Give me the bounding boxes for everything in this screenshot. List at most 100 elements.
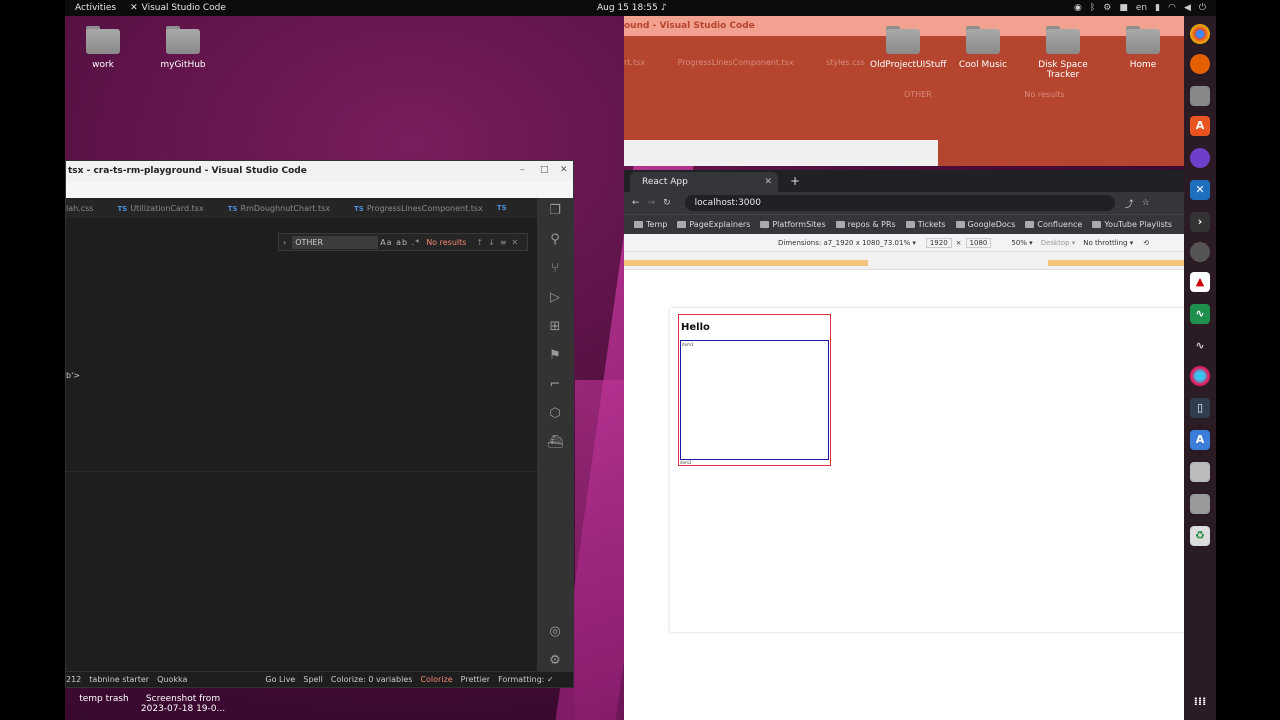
status-prettier[interactable]: Prettier [461, 675, 490, 684]
mouse-icon[interactable]: ▯ [1190, 398, 1210, 418]
desktop-folder-mygithub[interactable]: myGitHub [151, 26, 215, 70]
background-tab[interactable]: rt.tsx [624, 58, 645, 67]
active-app-menu[interactable]: ✕ Visual Studio Code [130, 3, 226, 13]
forward-button[interactable]: → [648, 198, 656, 208]
desktop-folder-work[interactable]: work [71, 26, 135, 70]
media-query-bar[interactable] [1048, 260, 1184, 266]
activities-button[interactable]: Activities [75, 3, 116, 13]
code-fragment[interactable]: b'> [66, 371, 80, 380]
url-input[interactable]: localhost:3000 [684, 195, 1115, 211]
width-input[interactable]: 1920 [925, 237, 952, 248]
background-tab[interactable]: styles.css [826, 58, 865, 67]
run-debug-icon[interactable]: ▷ [546, 289, 564, 307]
desktop-item-temp-trash[interactable]: temp trash [78, 694, 130, 704]
bookmark-folder[interactable]: Temp [634, 220, 667, 229]
chevron-right-icon[interactable]: › [283, 238, 286, 247]
usb-icon[interactable] [1190, 494, 1210, 514]
close-tab-icon[interactable]: ✕ [764, 177, 772, 187]
folder-icon [86, 26, 120, 54]
status-line-col[interactable]: 212 [66, 675, 81, 684]
status-go-live[interactable]: Go Live [265, 675, 295, 684]
zoom-select[interactable]: 50% ▾ [1011, 239, 1032, 247]
status-formatting[interactable]: Formatting: ✓ [498, 675, 554, 684]
trash-icon[interactable]: ♻ [1190, 526, 1210, 546]
gear-icon[interactable]: ⚙ [546, 652, 564, 670]
clock-icon[interactable] [1190, 242, 1210, 262]
status-spell[interactable]: Spell [303, 675, 323, 684]
media-query-bar[interactable] [624, 260, 868, 266]
bookmark-folder[interactable]: Tickets [905, 220, 946, 229]
firefox-icon[interactable] [1190, 54, 1210, 74]
device-type-select[interactable]: Desktop ▾ [1041, 239, 1076, 247]
software-icon[interactable]: A [1190, 116, 1210, 136]
status-colorize-vars[interactable]: Colorize: 0 variables [331, 675, 413, 684]
system-tray[interactable]: ◉ ᛒ ⚙ ■ en ▮ ◠ ◀ ⏻ [1074, 3, 1206, 13]
search-icon[interactable]: ⚲ [546, 231, 564, 249]
hexagon-icon[interactable]: ⬡ [546, 405, 564, 423]
slack-icon[interactable] [1190, 366, 1210, 386]
status-tabnine[interactable]: tabnine starter [89, 675, 149, 684]
docker-icon[interactable]: ⛴ [546, 434, 564, 452]
bookmark-star-icon[interactable]: ☆ [1142, 198, 1150, 208]
bookmark-folder[interactable]: PlatformSites [760, 220, 826, 229]
desktop-folder-disk-space-tracker[interactable]: Disk Space Tracker [1031, 26, 1095, 80]
chrome-icon[interactable] [1190, 24, 1210, 44]
desktop-folder-oldprojectuistuff[interactable]: OldProjectUIStuff [870, 26, 946, 70]
find-options[interactable]: Aa ab .* [380, 238, 420, 247]
bell-icon[interactable]: ♪ [661, 3, 667, 13]
bookmark-folder[interactable]: repos & PRs [835, 220, 896, 229]
reload-button[interactable]: ↻ [663, 198, 671, 208]
browser-tab[interactable]: React App ✕ [630, 172, 778, 192]
desktop-home-folder[interactable]: Home [1111, 26, 1175, 70]
editor-area[interactable]: › OTHER Aa ab .* No results ↑↓≡✕ b'> [66, 218, 538, 673]
vscode-title-bar[interactable]: tsx - cra-ts-rm-playground - Visual Stud… [66, 161, 573, 181]
vlc-icon[interactable]: ▲ [1190, 272, 1210, 292]
desktop-folder-cool-music[interactable]: Cool Music [951, 26, 1015, 70]
bookmark-folder[interactable]: Confluence [1025, 220, 1082, 229]
terminal-icon[interactable]: › [1190, 212, 1210, 232]
status-colorize[interactable]: Colorize [420, 675, 452, 684]
close-button[interactable]: ✕ [560, 165, 568, 175]
account-icon[interactable]: ◎ [546, 623, 564, 641]
media-query-ruler[interactable] [624, 252, 1184, 270]
github-icon[interactable] [1190, 148, 1210, 168]
editor-tab[interactable]: TS UtilizationCard.tsx [117, 204, 203, 213]
maximize-button[interactable]: □ [540, 165, 549, 175]
bookmark-folder[interactable]: GoogleDocs [955, 220, 1015, 229]
rotate-icon[interactable]: ⟲ [1143, 239, 1149, 247]
find-widget[interactable]: › OTHER Aa ab .* No results ↑↓≡✕ [278, 233, 528, 251]
editor-tab[interactable]: TS ProgressLinesComponent.tsx [354, 204, 483, 213]
height-input[interactable]: 1080 [965, 237, 992, 248]
remote-explorer-icon[interactable]: ⌐ [546, 376, 564, 394]
vscode-window[interactable]: tsx - cra-ts-rm-playground - Visual Stud… [65, 160, 574, 688]
back-button[interactable]: ← [632, 198, 640, 208]
minimize-button[interactable]: – [520, 165, 525, 175]
files-icon[interactable] [1190, 86, 1210, 106]
throttling-select[interactable]: No throttling ▾ [1083, 239, 1133, 247]
activity-icon[interactable]: ∿ [1190, 336, 1210, 356]
bookmark-folder[interactable]: YouTube Playlists [1092, 220, 1172, 229]
vscode-icon[interactable]: ✕ [1190, 180, 1210, 200]
drive-icon[interactable] [1190, 462, 1210, 482]
desktop-item-screenshot[interactable]: Screenshot from 2023-07-18 19-0... [138, 694, 228, 714]
editor-tab[interactable]: TS RmDoughnutChart.tsx [228, 204, 330, 213]
folder-icon [760, 221, 770, 228]
new-tab-button[interactable]: + [790, 174, 800, 188]
background-tab[interactable]: ProgressLinesComponent.tsx [678, 58, 794, 67]
font-app-icon[interactable]: A [1190, 430, 1210, 450]
editor-tab[interactable]: lah.css [66, 204, 93, 213]
status-quokka[interactable]: Quokka [157, 675, 187, 684]
share-icon[interactable]: ⤴ [1125, 197, 1134, 210]
show-apps-icon[interactable]: ⁞⁞⁞ [1190, 692, 1210, 712]
source-control-icon[interactable]: ⑂ [546, 260, 564, 278]
bookmark-folder[interactable]: PageExplainers [677, 220, 750, 229]
explorer-icon[interactable]: ❐ [546, 202, 564, 220]
monitor-icon[interactable]: ∿ [1190, 304, 1210, 324]
extensions-icon[interactable]: ⊞ [546, 318, 564, 336]
clock[interactable]: Aug 15 18:55 [597, 3, 658, 13]
find-input[interactable]: OTHER [292, 235, 379, 249]
chrome-window[interactable]: React App ✕ + ← → ↻ localhost:3000 ⤴ ☆ T… [624, 170, 1184, 720]
find-navigation[interactable]: ↑↓≡✕ [476, 238, 523, 247]
bookmark-icon[interactable]: ⚑ [546, 347, 564, 365]
dimensions-select[interactable]: Dimensions: a7_1920 x 1080_73.01% ▾ [778, 239, 916, 247]
